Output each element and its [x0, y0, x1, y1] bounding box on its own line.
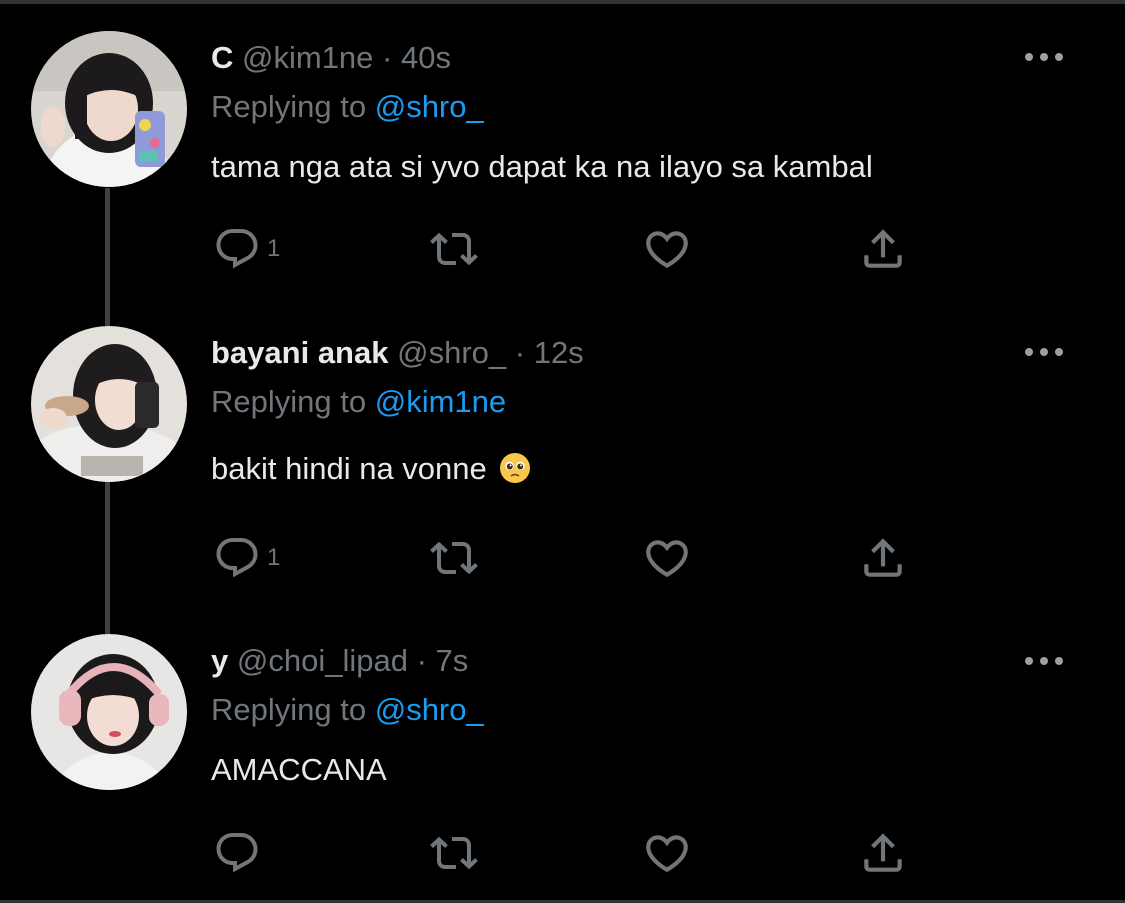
display-name[interactable]: bayani anak — [211, 335, 388, 370]
retweet-icon — [428, 534, 480, 582]
user-handle[interactable]: @kim1ne — [242, 40, 373, 75]
timestamp[interactable]: 12s — [534, 335, 584, 370]
like-button[interactable] — [642, 828, 692, 878]
avatar[interactable] — [31, 326, 187, 482]
separator-dot: · — [416, 643, 427, 678]
retweet-button[interactable] — [428, 533, 480, 583]
more-dots-icon — [1022, 342, 1066, 362]
timestamp[interactable]: 40s — [401, 40, 451, 75]
tweet-header: y @choi_lipad · 7s — [211, 641, 468, 681]
replying-to-line: Replying to @shro_ — [211, 87, 484, 127]
mention-link[interactable]: @shro_ — [375, 692, 484, 727]
more-dots-icon — [1022, 651, 1066, 671]
replying-to-line: Replying to @kim1ne — [211, 382, 506, 422]
more-options-button[interactable] — [1022, 47, 1066, 67]
share-icon — [858, 533, 908, 583]
avatar[interactable] — [31, 31, 187, 187]
reply-button[interactable] — [213, 828, 267, 878]
reply-count: 1 — [267, 235, 281, 262]
like-icon — [642, 224, 692, 274]
reply-button[interactable]: 1 — [213, 224, 280, 274]
more-dots-icon — [1022, 47, 1066, 67]
share-icon — [858, 828, 908, 878]
reply-icon — [213, 829, 261, 877]
thread-connector-line — [105, 482, 110, 634]
display-name[interactable]: y — [211, 643, 228, 678]
user-handle[interactable]: @choi_lipad — [237, 643, 408, 678]
share-button[interactable] — [858, 224, 908, 274]
tweet-header: C @kim1ne · 40s — [211, 38, 451, 78]
top-divider — [0, 0, 1125, 4]
tweet-text: tama nga ata si yvo dapat ka na ilayo sa… — [211, 149, 873, 184]
separator-dot: · — [514, 335, 526, 370]
replying-to-label: Replying to — [211, 384, 367, 419]
avatar[interactable] — [31, 634, 187, 790]
share-icon — [858, 224, 908, 274]
share-button[interactable] — [858, 828, 908, 878]
tweet-text: AMACCANA — [211, 752, 387, 787]
reply-icon — [213, 225, 261, 273]
tweet-text: bakit hindi na vonne — [211, 451, 487, 486]
thread-connector-line — [105, 188, 110, 326]
retweet-button[interactable] — [428, 828, 480, 878]
tweet-text-line: bakit hindi na vonne — [211, 449, 531, 489]
separator-dot: · — [382, 40, 393, 75]
more-options-button[interactable] — [1022, 651, 1066, 671]
more-options-button[interactable] — [1022, 342, 1066, 362]
reply-button[interactable]: 1 — [213, 533, 280, 583]
like-button[interactable] — [642, 533, 692, 583]
pleading-face-emoji-icon — [500, 453, 531, 483]
mention-link[interactable]: @kim1ne — [375, 384, 506, 419]
retweet-icon — [428, 829, 480, 877]
reply-count: 1 — [267, 544, 281, 571]
replying-to-line: Replying to @shro_ — [211, 690, 484, 730]
user-handle[interactable]: @shro_ — [397, 335, 506, 370]
share-button[interactable] — [858, 533, 908, 583]
like-icon — [642, 828, 692, 878]
reply-icon — [213, 534, 261, 582]
display-name[interactable]: C — [211, 40, 233, 75]
replying-to-label: Replying to — [211, 89, 367, 124]
like-icon — [642, 533, 692, 583]
mention-link[interactable]: @shro_ — [375, 89, 484, 124]
retweet-button[interactable] — [428, 224, 480, 274]
timestamp[interactable]: 7s — [436, 643, 469, 678]
tweet-header: bayani anak @shro_ · 12s — [211, 333, 584, 373]
retweet-icon — [428, 225, 480, 273]
replying-to-label: Replying to — [211, 692, 367, 727]
like-button[interactable] — [642, 224, 692, 274]
